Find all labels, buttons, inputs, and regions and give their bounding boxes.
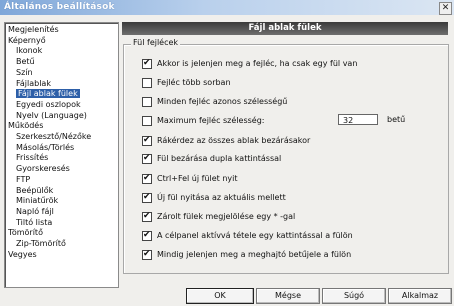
tree-item[interactable]: FTP <box>16 175 30 184</box>
settings-tree[interactable]: Megjelenítés Képernyő Ikonok Betű Szín Fájlab… <box>4 22 119 288</box>
option-checkbox[interactable]: ✔ <box>142 58 152 69</box>
tree-item-label: Másolás/Törlés <box>16 142 75 152</box>
option-checkbox[interactable]: ✔ <box>142 211 152 222</box>
tree-item-label: Egyedi oszlopok <box>16 99 81 109</box>
title-bar[interactable]: Általános beállítások ✕ <box>0 0 454 15</box>
tree-item-label: Szerkesztő/Nézőke <box>16 132 92 141</box>
window-title: Általános beállítások <box>4 2 115 12</box>
tree-item-label: Beépülők <box>16 185 54 195</box>
option-label: Fül bezárása dupla kattintással <box>157 154 282 163</box>
tree-item[interactable]: Beépülők <box>16 186 53 195</box>
tree-item[interactable]: Képernyő <box>8 36 46 45</box>
tree-item-label: Nyelv (Language) <box>16 110 87 120</box>
tree-item[interactable]: Napló fájl <box>16 207 54 216</box>
option-label: Új fül nyitása az aktuális mellett <box>157 193 286 202</box>
help-button[interactable]: Súgó <box>322 288 386 304</box>
tree-item[interactable]: Betű <box>16 57 35 66</box>
option-checkbox[interactable] <box>142 116 152 126</box>
tree-item-label: Működés <box>8 121 44 131</box>
tree-item-label: Gyorskeresés <box>16 164 70 174</box>
tree-item[interactable]: Zip-Tömörítő <box>16 239 66 248</box>
tree-item-label: Frissítés <box>16 153 49 163</box>
option-label: Akkor is jelenjen meg a fejléc, ha csak … <box>157 59 358 68</box>
tree-item[interactable]: Ikonok <box>16 46 42 55</box>
option-label: Mindig jelenjen meg a meghajtó betűjele … <box>157 250 352 259</box>
tree-item[interactable]: Egyedi oszlopok <box>16 100 81 109</box>
tree-item-label: Miniatűrök <box>16 196 59 206</box>
close-icon[interactable]: ✕ <box>439 2 452 15</box>
check-icon: ✔ <box>143 153 151 163</box>
tree-item[interactable]: Megjelenítés <box>8 25 59 34</box>
check-icon: ✔ <box>143 192 151 202</box>
check-icon: ✔ <box>143 135 151 145</box>
panel-header: Fájl ablak fülek <box>122 22 448 35</box>
tree-item-label: Szín <box>16 67 33 77</box>
max-width-input[interactable]: 32 <box>338 114 378 125</box>
option-checkbox[interactable]: ✔ <box>142 135 152 146</box>
option-label: Ctrl+Fel új fület nyit <box>157 174 238 183</box>
cancel-button[interactable]: Mégse <box>256 288 320 304</box>
option-checkbox[interactable]: ✔ <box>142 173 152 184</box>
tree-item[interactable]: Fájlablak <box>16 79 51 88</box>
option-label: Rákérdez az összes ablak bezárásakor <box>157 136 311 145</box>
tree-item[interactable]: Nyelv (Language) <box>16 111 87 120</box>
tree-item-label: Fájl ablak fülek <box>16 89 80 99</box>
tree-item-label: Képernyő <box>8 35 46 45</box>
tree-item-label: Vegyes <box>8 249 37 259</box>
option-label: A célpanel aktívvá tétele egy kattintáss… <box>157 231 353 240</box>
max-width-unit: betű <box>387 115 406 124</box>
tree-item[interactable]: Tömörítő <box>8 228 43 237</box>
option-checkbox[interactable] <box>142 97 152 107</box>
check-icon: ✔ <box>143 173 151 183</box>
tree-item-label: Fájlablak <box>16 78 51 88</box>
option-label: Minden fejléc azonos szélességű <box>157 97 288 106</box>
group-title: Fül fejlécek <box>131 38 181 47</box>
option-checkbox[interactable] <box>142 78 152 88</box>
tree-item[interactable]: Szerkesztő/Nézőke <box>16 132 91 141</box>
tree-item-label: Tiltó lista <box>16 217 53 227</box>
check-icon: ✔ <box>143 230 151 240</box>
tree-item-label: Napló fájl <box>16 206 54 216</box>
tree-item-label: Tömörítő <box>8 228 43 238</box>
tree-item-label: FTP <box>16 174 31 184</box>
ok-button[interactable]: OK <box>186 288 254 304</box>
option-label: Fejléc több sorban <box>157 78 231 87</box>
tree-item-label: Megjelenítés <box>8 25 59 34</box>
tree-item-label: Zip-Tömörítő <box>16 239 66 248</box>
check-icon: ✔ <box>143 249 151 259</box>
option-checkbox[interactable]: ✔ <box>142 192 152 203</box>
tree-item[interactable]: Tiltó lista <box>16 218 52 227</box>
tree-item[interactable]: Fájl ablak fülek <box>16 89 80 99</box>
option-checkbox[interactable]: ✔ <box>142 230 152 241</box>
tree-item[interactable]: Másolás/Törlés <box>16 143 74 152</box>
option-label: Maximum fejléc szélesség: <box>157 116 265 125</box>
settings-window: Általános beállítások ✕ Megjelenítés Képe… <box>0 0 454 306</box>
tree-item[interactable]: Gyorskeresés <box>16 164 70 173</box>
option-checkbox[interactable]: ✔ <box>142 153 152 164</box>
tree-item[interactable]: Frissítés <box>16 153 48 162</box>
tree-item[interactable]: Szín <box>16 68 33 77</box>
option-label: Zárolt fülek megjelölése egy * -gal <box>157 212 296 221</box>
tree-item-label: Betű <box>16 57 35 67</box>
check-icon: ✔ <box>143 211 151 221</box>
check-icon: ✔ <box>143 58 151 68</box>
tree-item[interactable]: Működés <box>8 121 43 130</box>
option-checkbox[interactable]: ✔ <box>142 249 152 260</box>
tree-item[interactable]: Miniatűrök <box>16 196 58 205</box>
apply-button[interactable]: Alkalmaz <box>388 288 452 304</box>
tree-item-label: Ikonok <box>16 46 43 56</box>
tree-item[interactable]: Vegyes <box>8 250 37 259</box>
